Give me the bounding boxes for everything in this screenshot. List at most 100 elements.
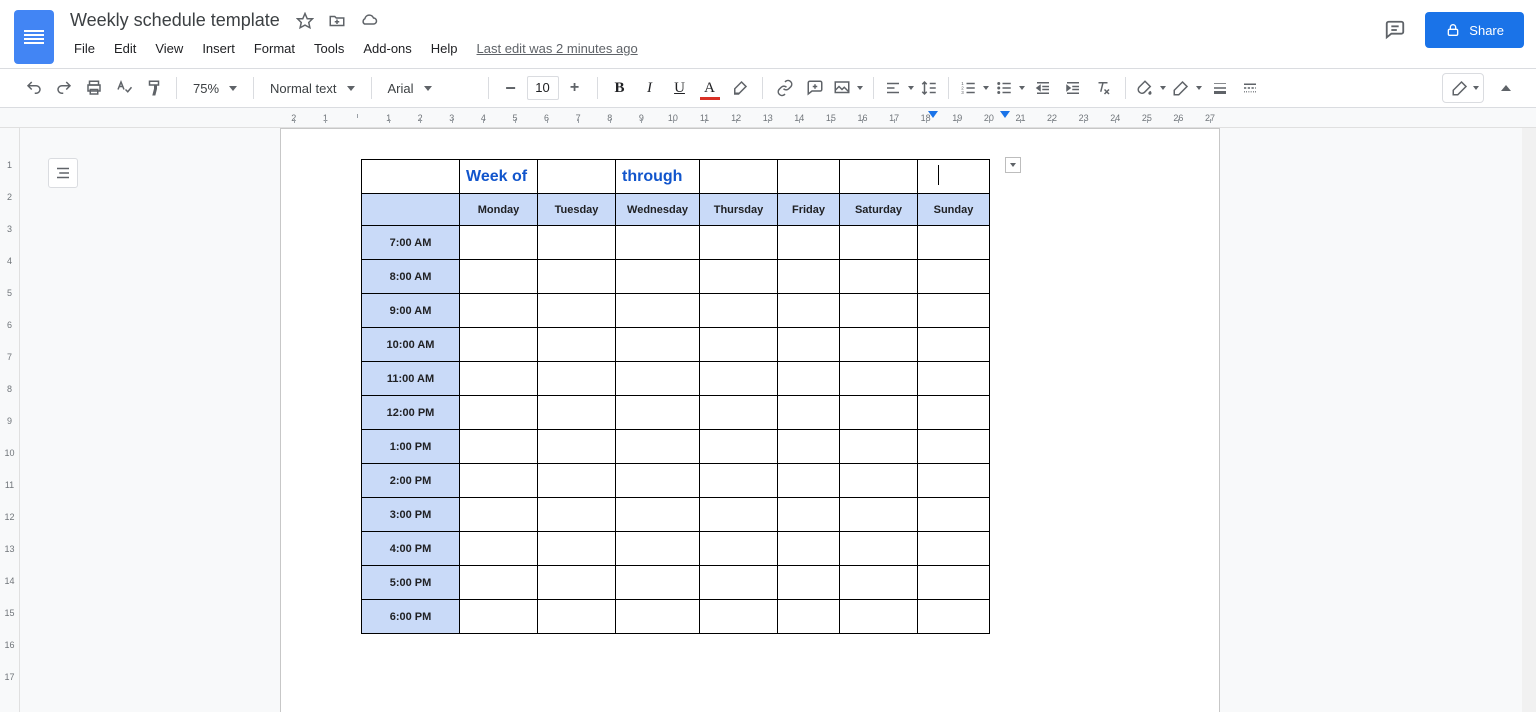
schedule-cell[interactable] [460, 498, 538, 532]
schedule-cell[interactable] [918, 498, 990, 532]
schedule-cell[interactable] [778, 498, 840, 532]
cloud-status-icon[interactable] [358, 10, 380, 32]
undo-button[interactable] [20, 74, 48, 102]
line-spacing-button[interactable] [918, 74, 940, 102]
border-color-button[interactable] [1170, 74, 1204, 102]
schedule-cell[interactable] [460, 260, 538, 294]
align-button[interactable] [882, 74, 916, 102]
day-header[interactable]: Saturday [840, 194, 918, 226]
time-label[interactable]: 6:00 PM [362, 600, 460, 634]
schedule-cell[interactable] [460, 396, 538, 430]
star-icon[interactable] [294, 10, 316, 32]
increase-indent-button[interactable] [1059, 74, 1087, 102]
schedule-cell[interactable] [778, 294, 840, 328]
day-header[interactable]: Tuesday [538, 194, 616, 226]
border-width-button[interactable] [1206, 74, 1234, 102]
italic-button[interactable]: I [636, 74, 664, 102]
day-header[interactable]: Monday [460, 194, 538, 226]
schedule-cell[interactable] [918, 260, 990, 294]
schedule-cell[interactable] [538, 464, 616, 498]
time-label[interactable]: 5:00 PM [362, 566, 460, 600]
schedule-cell[interactable] [460, 328, 538, 362]
time-label[interactable]: 11:00 AM [362, 362, 460, 396]
schedule-cell[interactable] [700, 260, 778, 294]
paint-format-button[interactable] [140, 74, 168, 102]
font-select[interactable]: Arial [380, 74, 480, 102]
schedule-cell[interactable] [616, 294, 700, 328]
schedule-cell[interactable] [460, 464, 538, 498]
schedule-cell[interactable] [700, 362, 778, 396]
time-label[interactable]: 1:00 PM [362, 430, 460, 464]
schedule-cell[interactable] [700, 294, 778, 328]
schedule-cell[interactable] [538, 430, 616, 464]
time-label[interactable]: 4:00 PM [362, 532, 460, 566]
show-outline-button[interactable] [48, 158, 78, 188]
schedule-cell[interactable] [778, 396, 840, 430]
schedule-cell[interactable] [538, 600, 616, 634]
schedule-cell[interactable] [460, 430, 538, 464]
schedule-cell[interactable] [778, 226, 840, 260]
schedule-cell[interactable] [918, 294, 990, 328]
schedule-cell[interactable] [616, 260, 700, 294]
schedule-cell[interactable] [616, 226, 700, 260]
schedule-cell[interactable] [778, 600, 840, 634]
add-comment-button[interactable] [801, 74, 829, 102]
document-title[interactable]: Weekly schedule template [66, 8, 284, 33]
time-label[interactable]: 8:00 AM [362, 260, 460, 294]
schedule-cell[interactable] [460, 566, 538, 600]
menu-view[interactable]: View [147, 37, 191, 60]
schedule-cell[interactable] [840, 600, 918, 634]
cell-fill-button[interactable] [1134, 74, 1168, 102]
schedule-cell[interactable] [778, 260, 840, 294]
vertical-ruler[interactable]: 1234567891011121314151617 [0, 128, 20, 712]
bulleted-list-button[interactable] [993, 74, 1027, 102]
schedule-cell[interactable] [616, 532, 700, 566]
schedule-cell[interactable] [700, 328, 778, 362]
schedule-cell[interactable] [778, 430, 840, 464]
table-options-button[interactable] [1005, 157, 1021, 173]
last-edit-link[interactable]: Last edit was 2 minutes ago [477, 41, 638, 56]
time-label[interactable]: 10:00 AM [362, 328, 460, 362]
time-label[interactable]: 2:00 PM [362, 464, 460, 498]
day-header[interactable]: Friday [778, 194, 840, 226]
increase-font-size-button[interactable]: + [561, 74, 589, 102]
vertical-scrollbar[interactable] [1522, 128, 1536, 712]
zoom-select[interactable]: 75% [185, 74, 245, 102]
time-label[interactable]: 7:00 AM [362, 226, 460, 260]
font-size-input[interactable]: 10 [527, 76, 559, 100]
schedule-cell[interactable] [778, 362, 840, 396]
schedule-cell[interactable] [840, 566, 918, 600]
insert-link-button[interactable] [771, 74, 799, 102]
schedule-cell[interactable] [918, 566, 990, 600]
schedule-cell[interactable] [918, 600, 990, 634]
menu-tools[interactable]: Tools [306, 37, 352, 60]
schedule-table[interactable]: Week of through Monday Tuesday Wednesday… [361, 159, 990, 634]
clear-formatting-button[interactable] [1089, 74, 1117, 102]
underline-button[interactable]: U [666, 74, 694, 102]
menu-edit[interactable]: Edit [106, 37, 144, 60]
schedule-cell[interactable] [778, 464, 840, 498]
schedule-cell[interactable] [460, 362, 538, 396]
time-label[interactable]: 3:00 PM [362, 498, 460, 532]
numbered-list-button[interactable]: 123 [957, 74, 991, 102]
day-header[interactable]: Wednesday [616, 194, 700, 226]
menu-addons[interactable]: Add-ons [355, 37, 419, 60]
schedule-cell[interactable] [538, 328, 616, 362]
schedule-cell[interactable] [538, 498, 616, 532]
schedule-cell[interactable] [460, 294, 538, 328]
paragraph-style-select[interactable]: Normal text [262, 74, 362, 102]
decrease-indent-button[interactable] [1029, 74, 1057, 102]
border-dash-button[interactable] [1236, 74, 1264, 102]
schedule-cell[interactable] [616, 566, 700, 600]
document-page[interactable]: Week of through Monday Tuesday Wednesday… [280, 128, 1220, 712]
indent-marker-icon[interactable] [1000, 111, 1010, 118]
schedule-cell[interactable] [616, 600, 700, 634]
menu-help[interactable]: Help [423, 37, 466, 60]
schedule-cell[interactable] [700, 600, 778, 634]
through-label[interactable]: through [616, 160, 700, 194]
schedule-cell[interactable] [918, 328, 990, 362]
spellcheck-button[interactable] [110, 74, 138, 102]
move-icon[interactable] [326, 10, 348, 32]
schedule-cell[interactable] [918, 362, 990, 396]
schedule-cell[interactable] [840, 498, 918, 532]
